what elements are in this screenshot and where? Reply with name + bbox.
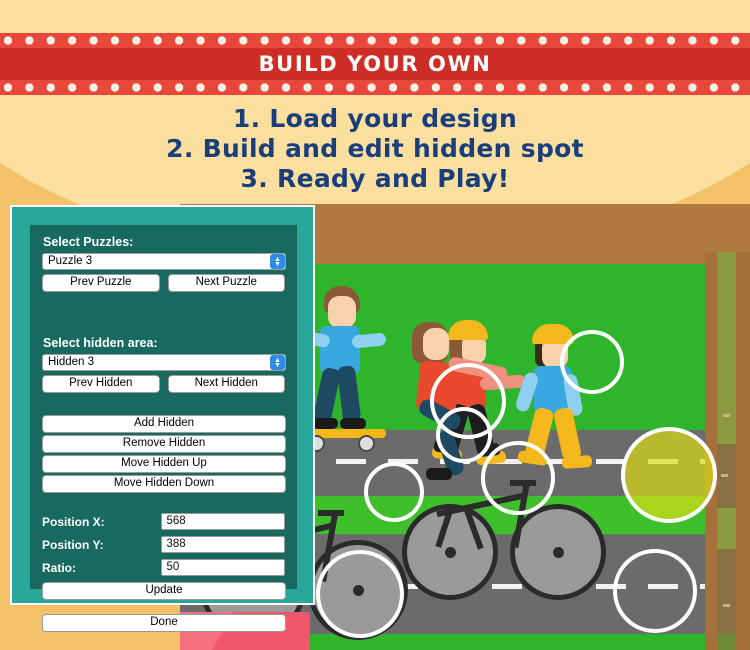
ratio-input[interactable]: 50: [161, 559, 285, 576]
position-x-field-row: Position X: 568: [42, 513, 285, 530]
bike-red-wheel-front: [510, 504, 606, 600]
hidden-spot-cyclist-right-head[interactable]: [481, 441, 555, 515]
next-puzzle-button[interactable]: Next Puzzle: [167, 274, 285, 292]
rollerblade-boy-right: [561, 454, 593, 470]
hidden-select[interactable]: Hidden 3: [42, 354, 286, 371]
puzzle-select[interactable]: Puzzle 3: [42, 253, 286, 270]
hidden-nav-row: Prev Hidden Next Hidden: [42, 375, 285, 393]
hidden-spot-bicycle-rear-wheel[interactable]: [316, 550, 404, 638]
banner-dots-bottom: [0, 80, 750, 95]
bike-blue-handlebar: [318, 510, 344, 516]
chevron-updown-icon-2[interactable]: ▲ ▼: [270, 355, 285, 370]
ratio-field-row: Ratio: 50: [42, 559, 285, 576]
instruction-line-1: 1. Load your design: [232, 104, 518, 133]
chevron-updown-icon[interactable]: ▲ ▼: [270, 254, 285, 269]
hidden-spot-rollerblade-skate[interactable]: [621, 427, 717, 523]
select-puzzles-label: Select Puzzles:: [43, 235, 134, 249]
skater-boy-shoe-right: [340, 418, 366, 429]
add-hidden-button[interactable]: Add Hidden: [42, 415, 286, 433]
editor-panel-inner: Select Puzzles: Puzzle 3 ▲ ▼ Prev Puzzle …: [30, 225, 297, 632]
position-x-label: Position X:: [42, 514, 105, 529]
top-banner: BUILD YOUR OWN: [0, 33, 750, 95]
done-button[interactable]: Done: [42, 614, 286, 632]
scene-right-band-c: [717, 634, 736, 650]
move-hidden-up-button[interactable]: Move Hidden Up: [42, 455, 286, 473]
hidden-spot-skateboard-wheels[interactable]: [436, 407, 492, 463]
banner-title: BUILD YOUR OWN: [258, 52, 492, 76]
move-hidden-down-button[interactable]: Move Hidden Down: [42, 475, 286, 493]
scene-right-band-b: [717, 549, 736, 634]
puzzle-select-wrap[interactable]: Puzzle 3 ▲ ▼: [42, 253, 286, 270]
hidden-spot-cyclist-left-head[interactable]: [364, 462, 424, 522]
position-y-label: Position Y:: [42, 537, 104, 552]
position-y-field-row: Position Y: 388: [42, 536, 285, 553]
remove-hidden-button[interactable]: Remove Hidden: [42, 435, 286, 453]
skater-boy-shoe-left: [312, 418, 338, 429]
prev-puzzle-button[interactable]: Prev Puzzle: [42, 274, 160, 292]
cyclist-red-shoe: [426, 468, 452, 480]
update-button[interactable]: Update: [42, 582, 286, 600]
position-x-input[interactable]: 568: [161, 513, 285, 530]
instruction-line-3: 3. Ready and Play!: [240, 164, 510, 193]
select-hidden-area-label: Select hidden area:: [43, 336, 158, 350]
instructions-list: 1. Load your design 2. Build and edit hi…: [0, 104, 750, 194]
hidden-select-wrap[interactable]: Hidden 3 ▲ ▼: [42, 354, 286, 371]
skateboard-wheel-2b: [358, 435, 375, 452]
scene-right-speck-2: [721, 474, 728, 477]
ratio-label: Ratio:: [42, 560, 76, 575]
cyclist-red-face: [423, 328, 449, 360]
editor-panel: Select Puzzles: Puzzle 3 ▲ ▼ Prev Puzzle …: [10, 205, 315, 632]
banner-dots-top: [0, 33, 750, 48]
hidden-spot-rollerblader-head[interactable]: [560, 330, 624, 394]
position-y-input[interactable]: 388: [161, 536, 285, 553]
hidden-spot-empty-road-spot[interactable]: [613, 549, 697, 633]
frame-post-right: [736, 252, 750, 650]
skater-boy-face: [328, 296, 356, 328]
next-hidden-button[interactable]: Next Hidden: [167, 375, 285, 393]
app-root: BUILD YOUR OWN 1. Load your design 2. Bu…: [0, 0, 750, 650]
scene-right-speck-1: [723, 414, 730, 417]
puzzle-nav-row: Prev Puzzle Next Puzzle: [42, 274, 285, 292]
prev-hidden-button[interactable]: Prev Hidden: [42, 375, 160, 393]
scene-right-speck-3: [723, 604, 730, 607]
instruction-line-2: 2. Build and edit hidden spot: [166, 134, 584, 163]
